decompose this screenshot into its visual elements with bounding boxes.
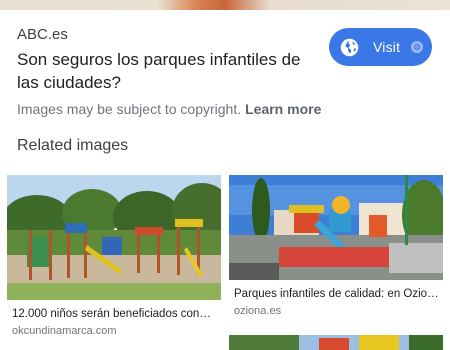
related-image-domain: oziona.es — [234, 305, 282, 317]
copyright-text: Images may be subject to copyright. — [17, 101, 242, 117]
globe-icon — [340, 38, 359, 56]
related-image-caption[interactable]: 12.000 niños serán beneficiados con l... — [12, 308, 212, 320]
related-image-thumbnail[interactable] — [229, 175, 443, 280]
selected-image-preview[interactable] — [0, 0, 450, 10]
copyright-notice: Images may be subject to copyright. Learn… — [17, 101, 321, 117]
related-image-card[interactable]: 12.000 niños serán beneficiados con l...… — [7, 175, 221, 345]
visit-label: Visit — [373, 39, 401, 55]
lens-icon — [411, 41, 424, 53]
related-image-thumbnail[interactable] — [7, 175, 221, 300]
image-result-panel: ABC.es Son seguros los parques infantile… — [0, 0, 450, 350]
related-images-heading: Related images — [17, 137, 129, 154]
result-title[interactable]: Son seguros los parques infantiles de la… — [17, 48, 317, 94]
related-image-card[interactable] — [229, 335, 443, 350]
related-image-domain: okcundinamarca.com — [12, 325, 117, 337]
source-site[interactable]: ABC.es — [17, 26, 68, 43]
related-image-thumbnail[interactable] — [229, 335, 443, 350]
learn-more-link[interactable]: Learn more — [245, 101, 321, 117]
visit-button[interactable]: Visit — [329, 28, 432, 66]
related-image-caption[interactable]: Parques infantiles de calidad: en Ozion.… — [234, 288, 439, 300]
related-image-card[interactable]: Parques infantiles de calidad: en Ozion.… — [229, 175, 443, 325]
